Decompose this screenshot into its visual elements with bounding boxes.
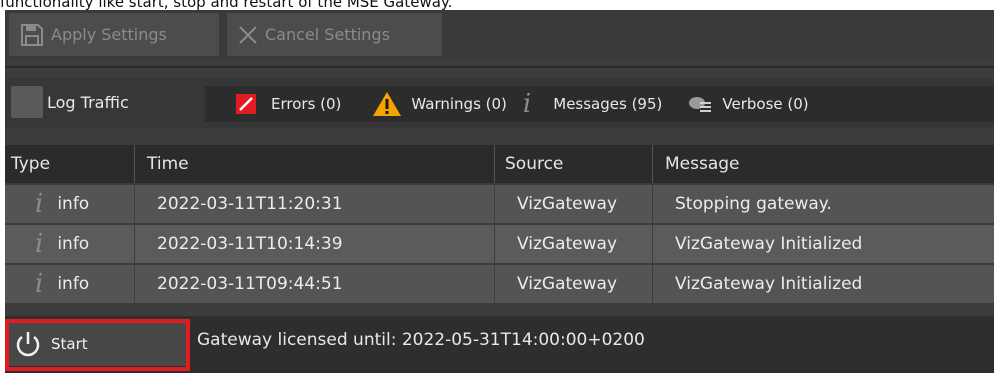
table-row[interactable]: i info 2022-03-11T10:14:39 VizGateway Vi… xyxy=(5,225,994,263)
info-icon: i xyxy=(35,269,44,299)
table-row[interactable]: i info 2022-03-11T11:20:31 VizGateway St… xyxy=(5,185,994,223)
messages-label: Messages (95) xyxy=(553,95,663,113)
type-text: info xyxy=(57,194,90,214)
table-header: Type Time Source Message xyxy=(5,145,994,183)
message-cell: VizGateway Initialized xyxy=(675,234,863,254)
type-cell: i info xyxy=(5,225,135,263)
column-header-time[interactable]: Time xyxy=(135,145,495,183)
cancel-settings-label: Cancel Settings xyxy=(265,25,390,44)
table-row[interactable]: i info 2022-03-11T09:44:51 VizGateway Vi… xyxy=(5,265,994,303)
warnings-label: Warnings (0) xyxy=(411,95,507,113)
save-icon xyxy=(21,23,43,46)
time-cell: 2022-03-11T09:44:51 xyxy=(135,265,495,303)
divider xyxy=(5,66,994,68)
type-text: info xyxy=(57,274,90,294)
status-bar: Start Gateway licensed until: 2022-05-31… xyxy=(5,316,994,373)
messages-filter[interactable]: i Messages (95) xyxy=(523,89,662,119)
info-icon: i xyxy=(35,189,44,219)
verbose-label: Verbose (0) xyxy=(722,95,809,113)
source-cell: VizGateway xyxy=(495,225,653,263)
type-text: info xyxy=(57,234,90,254)
verbose-filter[interactable]: Verbose (0) xyxy=(688,93,809,115)
log-traffic-label: Log Traffic xyxy=(47,92,129,112)
apply-settings-label: Apply Settings xyxy=(51,25,167,44)
info-icon: i xyxy=(35,229,44,259)
type-cell: i info xyxy=(5,185,135,223)
cancel-settings-button[interactable]: Cancel Settings xyxy=(227,13,442,56)
info-icon: i xyxy=(522,89,532,119)
log-traffic-toggle[interactable]: Log Traffic xyxy=(11,86,129,118)
license-text: Gateway licensed until: 2022-05-31T14:00… xyxy=(197,330,645,350)
verbose-icon xyxy=(689,97,712,112)
message-filters: Errors (0) Warnings (0) i Messages (95) … xyxy=(205,86,994,122)
message-cell: Stopping gateway. xyxy=(675,194,832,214)
time-cell: 2022-03-11T11:20:31 xyxy=(135,185,495,223)
source-cell: VizGateway xyxy=(495,185,653,223)
filter-bar: Log Traffic Errors (0) Warnings (0) i Me… xyxy=(5,78,994,128)
start-label: Start xyxy=(51,334,88,353)
start-button[interactable]: Start xyxy=(7,321,187,366)
log-table: Type Time Source Message i info 2022-03-… xyxy=(5,145,994,303)
caption-text: functionality like start, stop and resta… xyxy=(0,0,453,11)
column-header-source[interactable]: Source xyxy=(495,145,653,183)
errors-filter[interactable]: Errors (0) xyxy=(235,93,341,115)
message-cell: VizGateway Initialized xyxy=(675,274,863,294)
error-icon xyxy=(236,94,256,114)
errors-label: Errors (0) xyxy=(271,95,342,113)
apply-settings-button[interactable]: Apply Settings xyxy=(9,13,219,56)
warnings-filter[interactable]: Warnings (0) xyxy=(371,90,507,118)
source-cell: VizGateway xyxy=(495,265,653,303)
type-cell: i info xyxy=(5,265,135,303)
time-cell: 2022-03-11T10:14:39 xyxy=(135,225,495,263)
column-header-type[interactable]: Type xyxy=(5,145,135,183)
log-traffic-checkbox[interactable] xyxy=(11,86,43,118)
column-header-message[interactable]: Message xyxy=(653,145,994,183)
power-icon xyxy=(16,331,40,356)
close-icon xyxy=(239,25,257,44)
warning-icon xyxy=(373,92,402,116)
toolbar: Apply Settings Cancel Settings xyxy=(5,10,994,60)
gateway-panel: Apply Settings Cancel Settings Log Traff… xyxy=(5,10,994,373)
